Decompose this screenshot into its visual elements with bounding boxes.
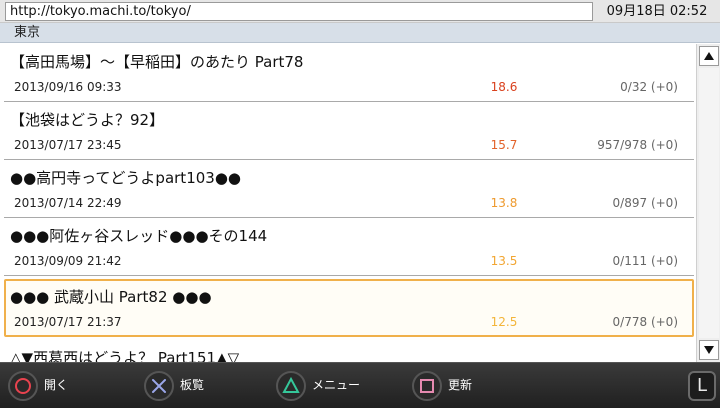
clock: 09月18日 02:52 — [606, 4, 708, 19]
circle-button-icon — [8, 371, 38, 401]
scroll-track[interactable] — [699, 68, 719, 338]
thread-title: ●●●阿佐ヶ谷スレッド●●●その144 — [10, 227, 268, 245]
thread-count: 0/897 (+0) — [612, 196, 678, 210]
thread-count: 0/32 (+0) — [620, 80, 678, 94]
square-button-icon — [412, 371, 442, 401]
thread-date: 2013/07/14 22:49 — [14, 196, 122, 210]
board-name: 東京 — [14, 25, 41, 40]
thread-row[interactable]: 【高田馬場】～【早稲田】のあたり Part78 2013/09/16 09:33… — [4, 44, 694, 102]
refresh-label: 更新 — [448, 378, 473, 392]
thread-date: 2013/07/17 21:37 — [14, 315, 122, 329]
bottom-control-bar: 開く 板覧 メニュー 更新 L — [0, 362, 720, 408]
l-button[interactable]: L — [688, 371, 716, 401]
thread-row[interactable]: ●●●阿佐ヶ谷スレッド●●●その144 2013/09/09 21:42 13.… — [4, 218, 694, 276]
scroll-up-button[interactable] — [699, 46, 719, 66]
thread-speed: 18.6 — [490, 80, 518, 94]
thread-speed: 13.5 — [490, 254, 518, 268]
open-label: 開く — [44, 378, 69, 392]
thread-speed: 13.8 — [490, 196, 518, 210]
thread-title: ●●● 武蔵小山 Part82 ●●● — [10, 288, 212, 306]
menu-label: メニュー — [312, 378, 361, 392]
cross-button-icon — [144, 371, 174, 401]
thread-row-selected[interactable]: ●●● 武蔵小山 Part82 ●●● 2013/07/17 21:37 12.… — [4, 279, 694, 337]
thread-list: 【高田馬場】～【早稲田】のあたり Part78 2013/09/16 09:33… — [0, 44, 696, 362]
thread-date: 2013/09/16 09:33 — [14, 80, 122, 94]
thread-title: 【高田馬場】～【早稲田】のあたり Part78 — [10, 53, 304, 71]
thread-title: 【池袋はどうよ？92】 — [10, 111, 165, 129]
triangle-button-icon — [276, 371, 306, 401]
thread-date: 2013/07/17 23:45 — [14, 138, 122, 152]
url-field[interactable]: http://tokyo.machi.to/tokyo/ — [5, 2, 593, 21]
thread-row[interactable]: 【池袋はどうよ？92】 2013/07/17 23:45 15.7 957/97… — [4, 102, 694, 160]
scroll-down-button[interactable] — [699, 340, 719, 360]
thread-count: 0/778 (+0) — [612, 315, 678, 329]
arrow-down-icon — [704, 346, 714, 354]
scrollbar[interactable] — [696, 44, 720, 362]
board-list-label: 板覧 — [180, 378, 205, 392]
l-button-label: L — [696, 375, 708, 396]
thread-date: 2013/09/09 21:42 — [14, 254, 122, 268]
app-window: http://tokyo.machi.to/tokyo/ 09月18日 02:5… — [0, 0, 720, 408]
thread-count: 0/111 (+0) — [612, 254, 678, 268]
thread-row[interactable]: △▼西葛西はどうよ？ Part151▲▽ — [4, 340, 694, 362]
thread-title: ●●高円寺ってどうよpart103●● — [10, 169, 241, 187]
board-header: 東京 — [0, 23, 720, 43]
thread-row[interactable]: ●●高円寺ってどうよpart103●● 2013/07/14 22:49 13.… — [4, 160, 694, 218]
thread-title: △▼西葛西はどうよ？ Part151▲▽ — [10, 349, 240, 362]
top-bar: http://tokyo.machi.to/tokyo/ 09月18日 02:5… — [0, 0, 720, 23]
thread-speed: 12.5 — [490, 315, 518, 329]
arrow-up-icon — [704, 52, 714, 60]
thread-count: 957/978 (+0) — [597, 138, 678, 152]
thread-speed: 15.7 — [490, 138, 518, 152]
